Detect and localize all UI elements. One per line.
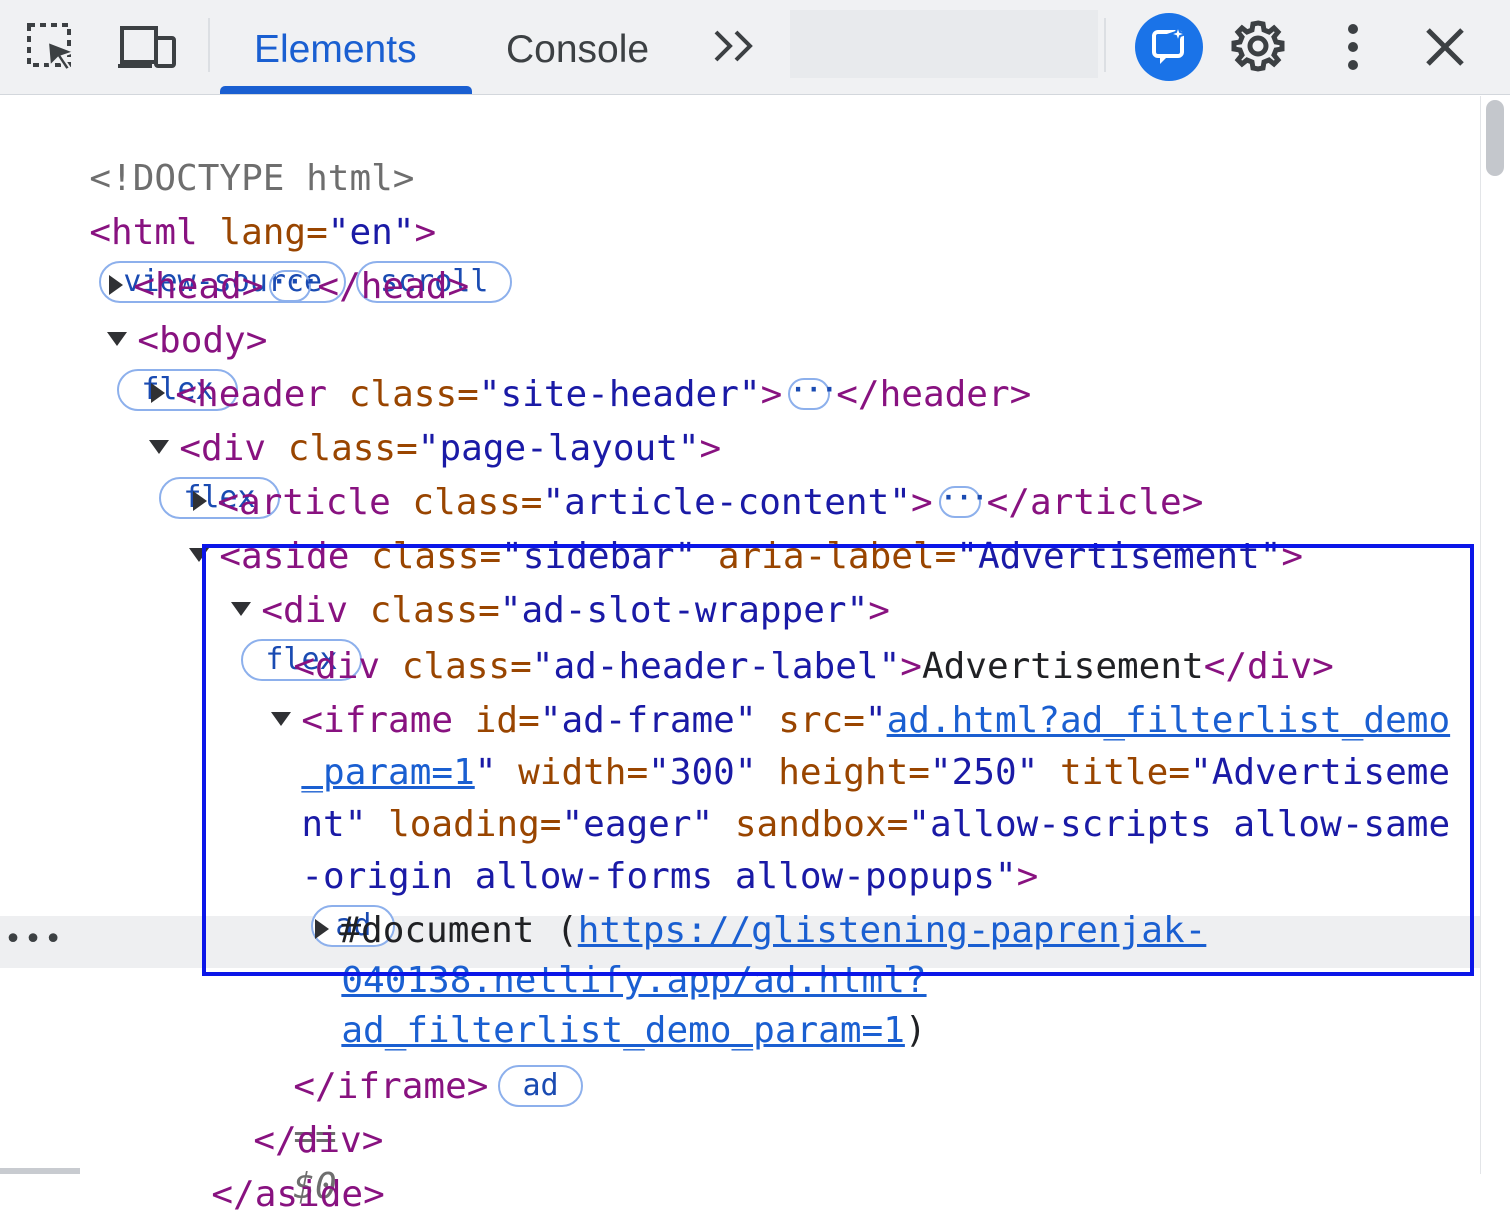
highlight-box bbox=[202, 544, 1474, 976]
head-node[interactable]: <head> ···</head> bbox=[66, 212, 469, 307]
tag-close: </aside> bbox=[211, 1174, 385, 1215]
close-icon[interactable] bbox=[1424, 26, 1466, 68]
node-actions-ellipsis[interactable]: ••• bbox=[4, 922, 64, 957]
article-node[interactable]: <article class="article-content"> ···</ar… bbox=[150, 428, 1203, 523]
tab-elements[interactable]: Elements bbox=[254, 22, 417, 78]
div-close-node[interactable]: </div> bbox=[210, 1066, 383, 1161]
page-layout-node[interactable]: <div class="page-layout"> flex bbox=[106, 374, 721, 519]
tag-close: </header> bbox=[836, 374, 1032, 415]
collapsed-ellipsis-icon[interactable]: ··· bbox=[788, 377, 837, 410]
collapsed-ellipsis-icon[interactable]: ··· bbox=[269, 269, 318, 302]
aside-node[interactable]: <aside class="sidebar" aria-label="Adver… bbox=[146, 482, 1303, 577]
more-tabs-icon[interactable] bbox=[710, 24, 760, 68]
active-tab-indicator bbox=[220, 86, 472, 94]
devtools-toolbar: Elements Console bbox=[0, 0, 1510, 95]
iframe-close-node[interactable]: </iframe> ad == $0 bbox=[250, 1012, 583, 1207]
toolbar-spacer bbox=[790, 10, 1098, 78]
vertical-scrollbar[interactable] bbox=[1480, 96, 1510, 1174]
tab-console[interactable]: Console bbox=[506, 22, 649, 78]
document-close-paren: ) bbox=[904, 1010, 927, 1051]
tag-close: </head> bbox=[317, 266, 470, 307]
element-picker-icon[interactable] bbox=[26, 22, 78, 74]
more-vertical-icon[interactable] bbox=[1340, 22, 1366, 72]
toolbar-divider bbox=[208, 18, 210, 72]
toolbar-divider bbox=[1104, 18, 1106, 72]
scrollbar-thumb[interactable] bbox=[1486, 100, 1504, 176]
tag-close: > bbox=[760, 374, 783, 415]
doctype-line[interactable]: <!DOCTYPE html> bbox=[46, 104, 414, 199]
device-toolbar-icon[interactable] bbox=[118, 24, 178, 72]
ad-badge[interactable]: ad bbox=[498, 1065, 583, 1107]
settings-gear-icon[interactable] bbox=[1230, 18, 1286, 74]
horizontal-scrollbar-thumb[interactable] bbox=[0, 1168, 80, 1174]
ai-assistant-icon[interactable] bbox=[1134, 12, 1204, 82]
body-node[interactable]: <body> flex bbox=[64, 266, 267, 411]
aside-close-node[interactable]: </aside> bbox=[168, 1120, 384, 1215]
header-node[interactable]: <header class="site-header"> ···</header> bbox=[108, 320, 1031, 415]
html-node[interactable]: <html lang="en"> view-source scroll bbox=[46, 158, 513, 303]
